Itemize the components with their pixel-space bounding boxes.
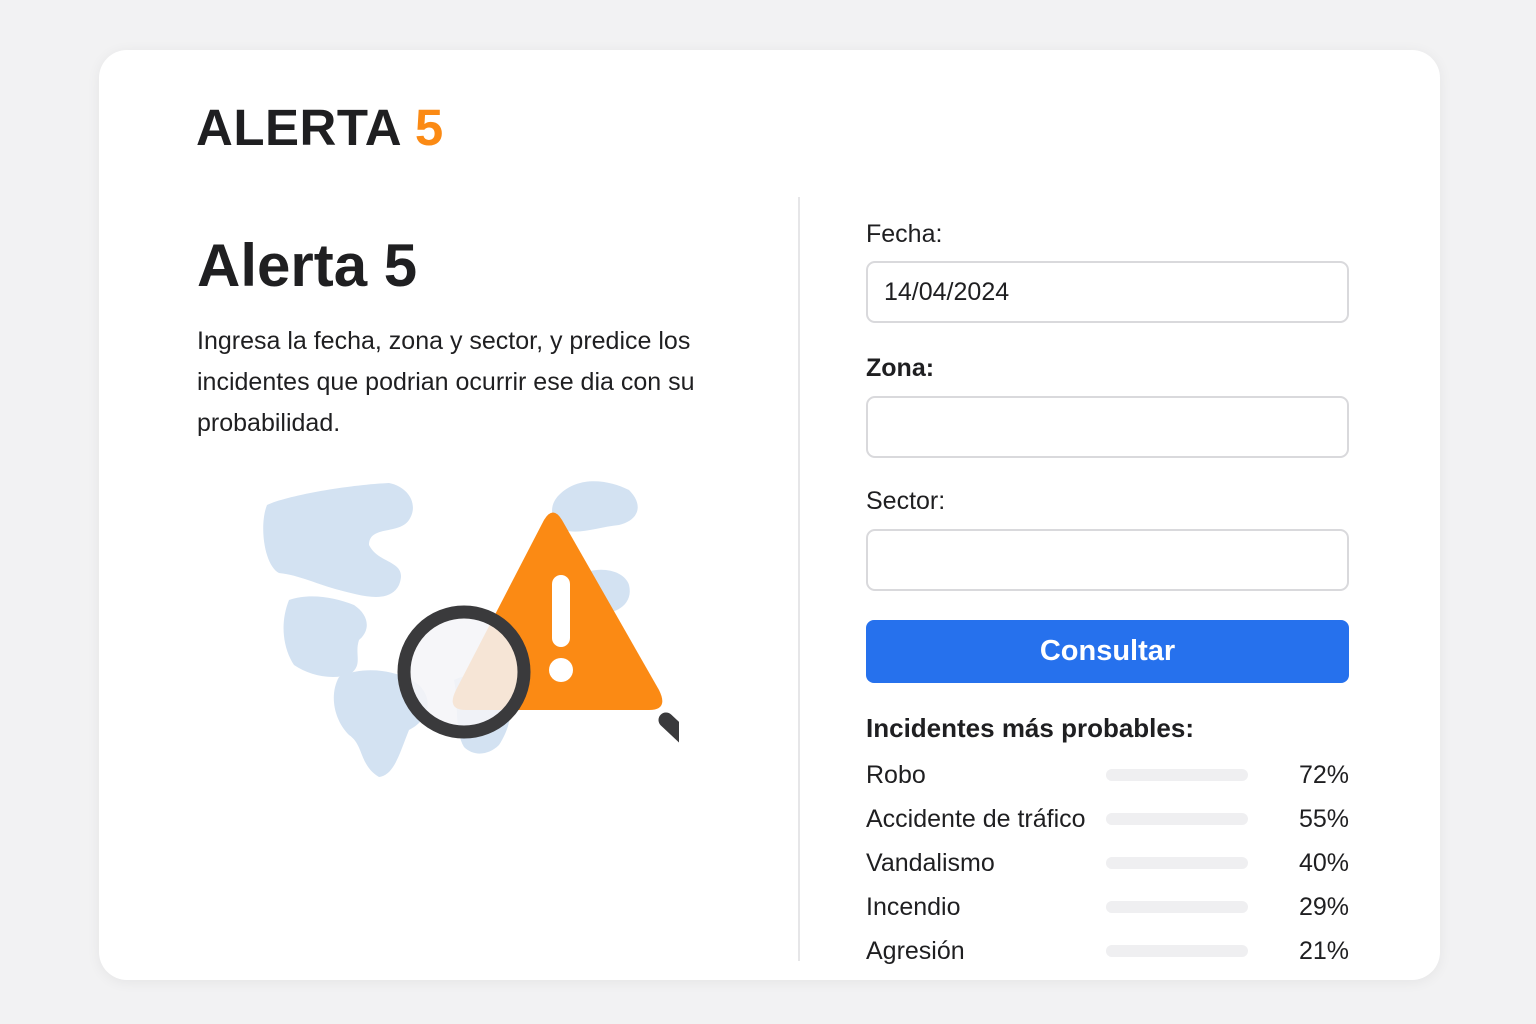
result-row: Agresión 21% bbox=[866, 936, 1349, 966]
result-row: Robo 72% bbox=[866, 760, 1349, 790]
sector-input[interactable] bbox=[866, 529, 1349, 591]
incident-probability: 72% bbox=[1298, 761, 1349, 789]
exclamation-bar bbox=[552, 575, 570, 647]
incident-name: Accidente de tráfico bbox=[866, 805, 1086, 833]
probability-bar bbox=[1106, 945, 1248, 957]
main-card: ALERTA 5 Alerta 5 Ingresa la fecha, zona… bbox=[99, 50, 1440, 980]
vertical-divider bbox=[798, 197, 800, 961]
probability-bar bbox=[1106, 857, 1248, 869]
incident-name: Robo bbox=[866, 761, 926, 789]
incident-name: Vandalismo bbox=[866, 849, 995, 877]
incident-probability: 55% bbox=[1298, 805, 1349, 833]
zona-label: Zona: bbox=[866, 354, 935, 382]
result-row: Vandalismo 40% bbox=[866, 848, 1349, 878]
brand-name: ALERTA bbox=[196, 99, 401, 156]
sector-label: Sector: bbox=[866, 487, 946, 515]
fecha-label: Fecha: bbox=[866, 220, 943, 248]
probability-bar bbox=[1106, 769, 1248, 781]
fecha-input[interactable] bbox=[866, 261, 1349, 323]
result-row: Incendio 29% bbox=[866, 892, 1349, 922]
exclamation-dot bbox=[549, 658, 573, 682]
warning-map-illustration bbox=[263, 481, 679, 777]
consultar-button[interactable]: Consultar bbox=[866, 620, 1349, 683]
results-title: Incidentes más probables: bbox=[866, 713, 1194, 743]
probability-bar bbox=[1106, 901, 1248, 913]
zona-input[interactable] bbox=[866, 396, 1349, 458]
incident-probability: 40% bbox=[1298, 849, 1349, 877]
probability-bar bbox=[1106, 813, 1248, 825]
brand-number: 5 bbox=[414, 99, 444, 156]
result-row: Accidente de tráfico 55% bbox=[866, 804, 1349, 834]
incident-probability: 29% bbox=[1298, 893, 1349, 921]
incident-name: Agresión bbox=[866, 937, 965, 965]
page-title: Alerta 5 bbox=[197, 232, 418, 299]
incident-name: Incendio bbox=[866, 893, 961, 921]
page-description: Ingresa la fecha, zona y sector, y predi… bbox=[197, 327, 695, 437]
incident-probability: 21% bbox=[1298, 937, 1349, 965]
brand-logo: ALERTA 5 bbox=[196, 102, 444, 153]
